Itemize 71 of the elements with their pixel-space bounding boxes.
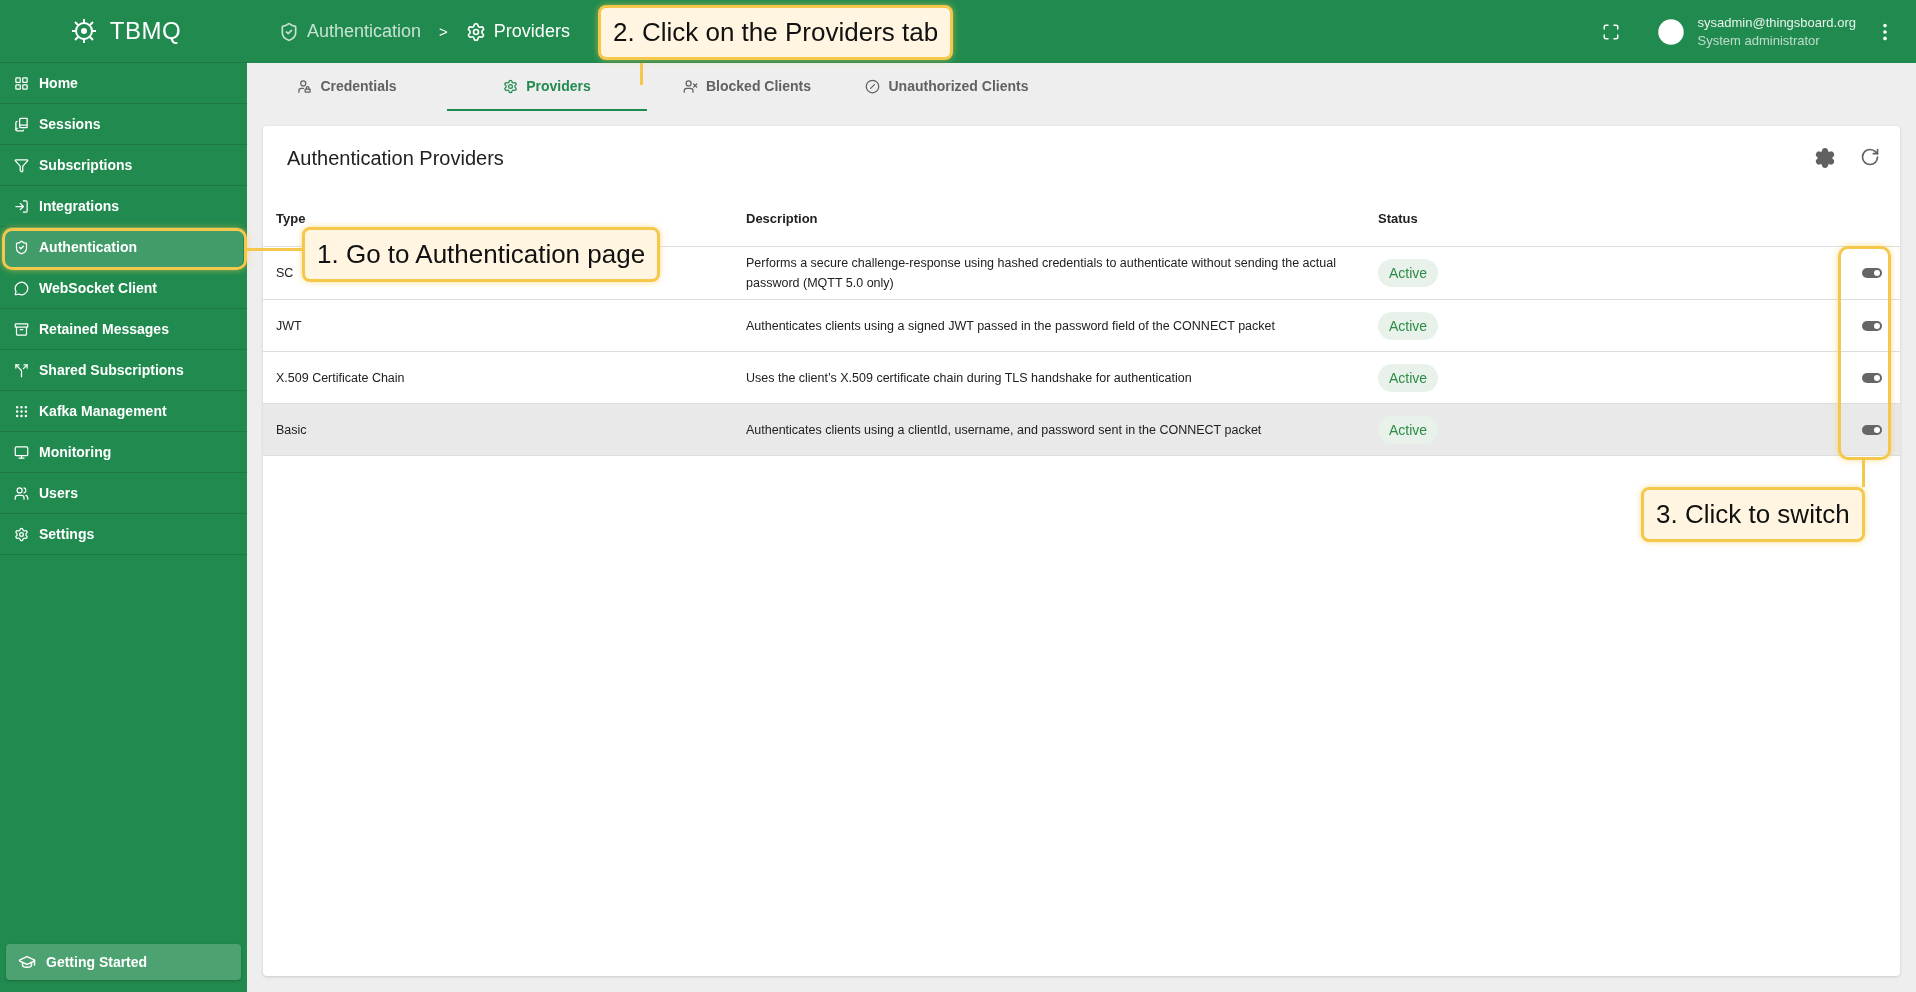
table-cell-text: Performs a secure challenge-response using hashed credentials to authenticate without sending the actual password (MQTT 5.0 only) — [746, 255, 1337, 292]
archive-icon — [14, 321, 29, 337]
status-chip: Active — [1378, 363, 1439, 392]
user-blocked-icon — [683, 78, 698, 94]
toggle-switch[interactable] — [1862, 268, 1882, 278]
gear-icon — [503, 78, 519, 94]
breadcrumb-separator: > — [439, 23, 448, 40]
status-chip: Active — [1378, 415, 1439, 444]
user-role: System administrator — [1697, 33, 1821, 48]
user-lock-icon — [297, 78, 313, 94]
toggle-switch[interactable] — [1862, 320, 1882, 331]
users-icon — [14, 485, 29, 501]
table-cell-text: Uses the client’s X.509 certificate chain during TLS handshake for authentication — [746, 369, 1193, 387]
table-cell-text: JWT — [276, 317, 302, 335]
sidebar-item[interactable]: Monitoring — [0, 432, 247, 473]
sidebar-item[interactable]: Home — [0, 63, 247, 104]
filter-icon — [14, 157, 29, 173]
sidebar-item[interactable]: Shared Subscriptions — [0, 350, 247, 391]
sidebar-item[interactable]: Integrations — [0, 186, 247, 227]
table-cell-text: Basic — [276, 421, 307, 439]
status-chip: Active — [1378, 311, 1439, 340]
split-arrow-icon — [14, 362, 29, 378]
sidebar-item[interactable]: Authentication — [4, 227, 243, 268]
fullscreen-icon[interactable] — [1601, 22, 1620, 41]
table-row[interactable]: JWT Authenticates clients using a signed JWT passed in the password field of the CONNECT packet Active — [263, 300, 1900, 352]
leader-line — [246, 248, 302, 251]
getting-started-button[interactable]: Getting Started — [6, 944, 241, 980]
tab[interactable]: Credentials — [247, 63, 447, 111]
table-cell-text: X.509 Certificate Chain — [276, 369, 405, 387]
shield-icon — [279, 21, 299, 42]
gear-icon — [465, 21, 486, 42]
table-row[interactable]: Basic Authenticates clients using a clientId, username, and password sent in the CONNECT packet Active — [263, 404, 1900, 456]
leader-line — [1862, 460, 1865, 487]
table-cell-text: Authenticates clients using a signed JWT passed in the password field of the CONNECT packet — [746, 317, 1276, 335]
grid-dots-icon — [14, 403, 29, 419]
chat-bubble-icon — [14, 280, 29, 296]
blocked-circle-icon — [865, 78, 881, 94]
callout: 3. Click to switch — [1641, 487, 1865, 542]
gear-icon — [14, 526, 29, 542]
grid-icon — [14, 75, 29, 91]
sidebar-item[interactable]: Subscriptions — [0, 145, 247, 186]
table-cell-text: Authenticates clients using a clientId, username, and password sent in the CONNECT packet — [746, 421, 1263, 439]
breadcrumb-item[interactable]: Authentication — [307, 21, 422, 42]
sidebar-item[interactable]: Kafka Management — [0, 391, 247, 432]
breadcrumb-item: Providers — [493, 21, 570, 42]
tab[interactable]: Unauthorized Clients — [847, 63, 1047, 111]
books-icon — [14, 116, 29, 132]
leader-line — [640, 63, 643, 85]
sidebar-item[interactable]: Settings — [0, 514, 247, 555]
sidebar-item[interactable]: Sessions — [0, 104, 247, 145]
graduation-cap-icon — [18, 953, 36, 971]
refresh-icon[interactable] — [1860, 147, 1880, 167]
table-cell-text: SC — [276, 265, 294, 282]
app-logo-text: TBMQ — [109, 17, 182, 45]
shield-icon — [14, 239, 29, 255]
card-title: Authentication Providers — [287, 146, 504, 170]
column-header: Status — [1378, 210, 1419, 226]
sidebar-item[interactable]: WebSocket Client — [0, 268, 247, 309]
tab[interactable]: Blocked Clients — [647, 63, 847, 111]
toggle-switch[interactable] — [1862, 372, 1882, 383]
login-icon — [14, 198, 29, 214]
toggle-switch[interactable] — [1862, 424, 1882, 435]
callout: 1. Go to Authentication page — [302, 227, 661, 282]
column-header: Type — [276, 210, 307, 226]
sidebar-item[interactable]: Retained Messages — [0, 309, 247, 350]
user-email: sysadmin@thingsboard.org — [1697, 15, 1856, 30]
monitor-icon — [14, 444, 29, 460]
callout: 2. Click on the Providers tab — [598, 5, 954, 60]
sidebar-item[interactable]: Users — [0, 473, 247, 514]
status-chip: Active — [1378, 259, 1439, 287]
column-header: Description — [746, 210, 819, 226]
